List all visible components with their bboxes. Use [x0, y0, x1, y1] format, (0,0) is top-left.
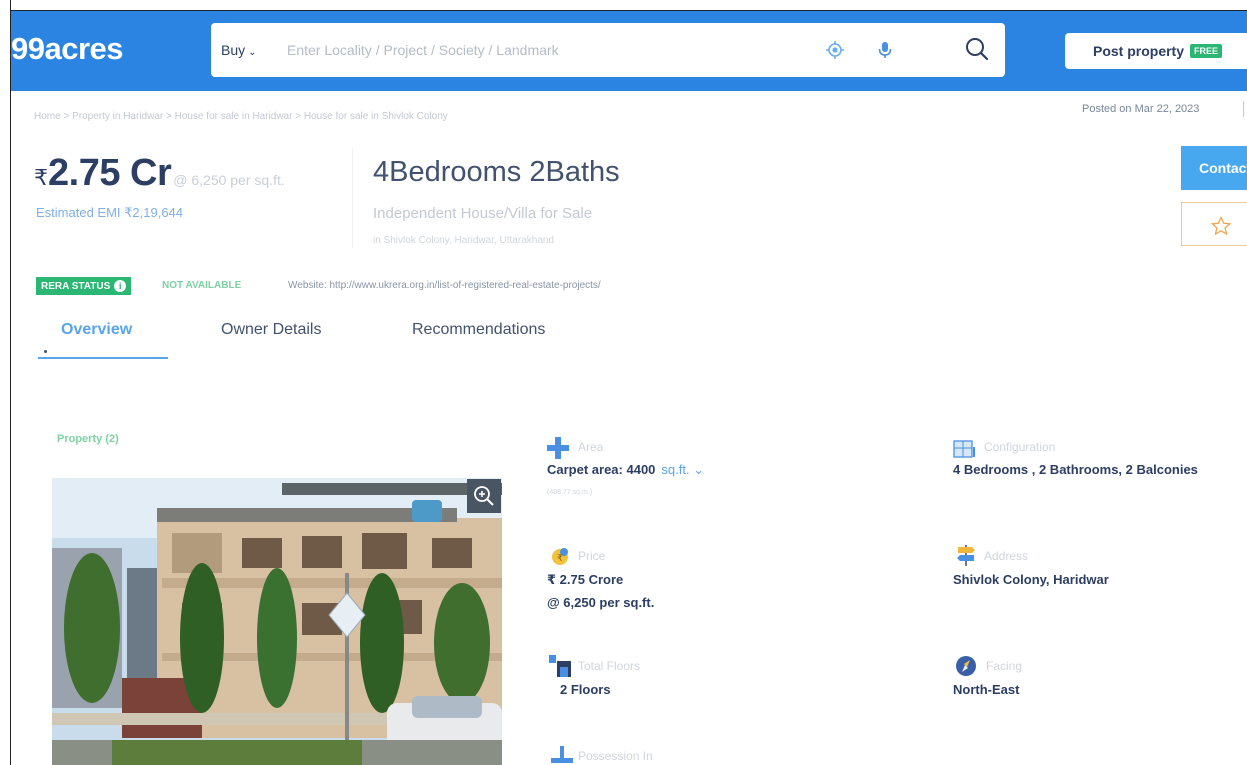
top-header: 99acres Buy⌄ Post property FREE: [11, 11, 1247, 91]
free-badge: FREE: [1190, 44, 1223, 58]
page-frame-left: [10, 0, 11, 765]
rera-status-value: NOT AVAILABLE: [162, 280, 242, 291]
property-location: in Shivlok Colony, Haridwar, Uttarakhand: [373, 235, 555, 246]
svg-text:₹: ₹: [557, 554, 563, 564]
property-photo[interactable]: [52, 478, 502, 765]
area-sqm: (408.77 sq.m.): [547, 489, 593, 496]
configuration-value: 4 Bedrooms , 2 Bathrooms, 2 Balconies: [953, 462, 1198, 477]
active-tab-underline: [38, 357, 168, 359]
breadcrumb[interactable]: Home > Property in Haridwar > House for …: [34, 111, 448, 122]
facing-label: Facing: [986, 659, 1023, 673]
property-config-title: 4Bedrooms 2Baths: [373, 156, 620, 188]
buy-mode-select[interactable]: Buy ⌄: [221, 42, 257, 58]
area-label: Area: [578, 440, 604, 454]
estimated-emi-link[interactable]: Estimated EMI ₹2,19,644: [36, 205, 183, 221]
voice-search-icon[interactable]: [875, 39, 895, 61]
locate-me-icon[interactable]: [825, 40, 845, 60]
price-tag-icon: ₹: [552, 548, 568, 565]
facing-value: North-East: [953, 682, 1020, 697]
post-property-label: Post property: [1092, 43, 1184, 59]
price-per-sqft-value: @ 6,250 per sq.ft.: [547, 595, 655, 610]
posted-divider: [1243, 101, 1244, 117]
search-icon[interactable]: [964, 36, 990, 62]
address-label: Address: [984, 549, 1029, 563]
area-value: Carpet area: 4400 sq.ft. ⌄: [547, 462, 704, 478]
currency-symbol: ₹: [34, 165, 48, 190]
chevron-down-icon: ⌄: [693, 462, 705, 477]
price-value: ₹ 2.75 Crore: [547, 572, 624, 587]
chevron-down-icon: ⌄: [248, 47, 257, 58]
post-property-button[interactable]: Post property FREE: [1065, 33, 1247, 69]
property-type: Independent House/Villa for Sale: [373, 205, 593, 222]
area-icon: [547, 437, 569, 459]
info-icon[interactable]: i: [114, 280, 127, 292]
price-amount: 2.75 Cr: [48, 152, 172, 194]
price-label: Price: [578, 549, 606, 563]
possession-label: Possession In: [578, 749, 653, 763]
address-value: Shivlok Colony, Haridwar: [953, 572, 1109, 587]
floors-label: Total Floors: [578, 659, 641, 673]
contact-owner-button[interactable]: Contact: [1181, 146, 1247, 190]
floors-value: 2 Floors: [560, 682, 611, 697]
tab-owner-details[interactable]: Owner Details: [221, 321, 321, 339]
property-photos-label[interactable]: Property (2): [57, 433, 119, 445]
rera-status-badge: RERA STATUS i: [36, 277, 132, 295]
rera-status-label: RERA STATUS: [41, 280, 111, 292]
price-per-sqft: @ 6,250 per sq.ft.: [173, 172, 285, 188]
signpost-icon: [957, 545, 975, 566]
area-unit-label: sq.ft.: [661, 462, 690, 477]
site-logo[interactable]: 99acres: [11, 31, 124, 67]
buy-mode-label: Buy: [221, 42, 246, 58]
rera-website[interactable]: Website: http://www.ukrera.org.in/list-o…: [288, 280, 601, 291]
tab-overview[interactable]: Overview: [61, 321, 132, 339]
price-block: ₹2.75 Cr @ 6,250 per sq.ft.: [34, 152, 285, 195]
area-unit-select[interactable]: sq.ft. ⌄: [661, 462, 704, 477]
shortlist-button[interactable]: [1181, 202, 1247, 246]
floors-icon: [549, 655, 571, 677]
search-input[interactable]: [287, 37, 807, 63]
search-bar: Buy ⌄: [211, 23, 1005, 77]
possession-icon: [551, 746, 573, 763]
summary-divider: [352, 148, 353, 248]
house-photo-illustration: [52, 478, 502, 765]
tab-dot: [44, 350, 47, 353]
compass-icon: [956, 656, 976, 676]
configuration-icon: [953, 440, 975, 458]
area-value-text: Carpet area: 4400: [547, 462, 656, 477]
star-icon: [1211, 216, 1231, 236]
tab-recommendations[interactable]: Recommendations: [412, 321, 545, 339]
zoom-in-icon[interactable]: [467, 479, 501, 513]
configuration-label: Configuration: [984, 440, 1056, 454]
posted-date: Posted on Mar 22, 2023: [1082, 103, 1200, 115]
